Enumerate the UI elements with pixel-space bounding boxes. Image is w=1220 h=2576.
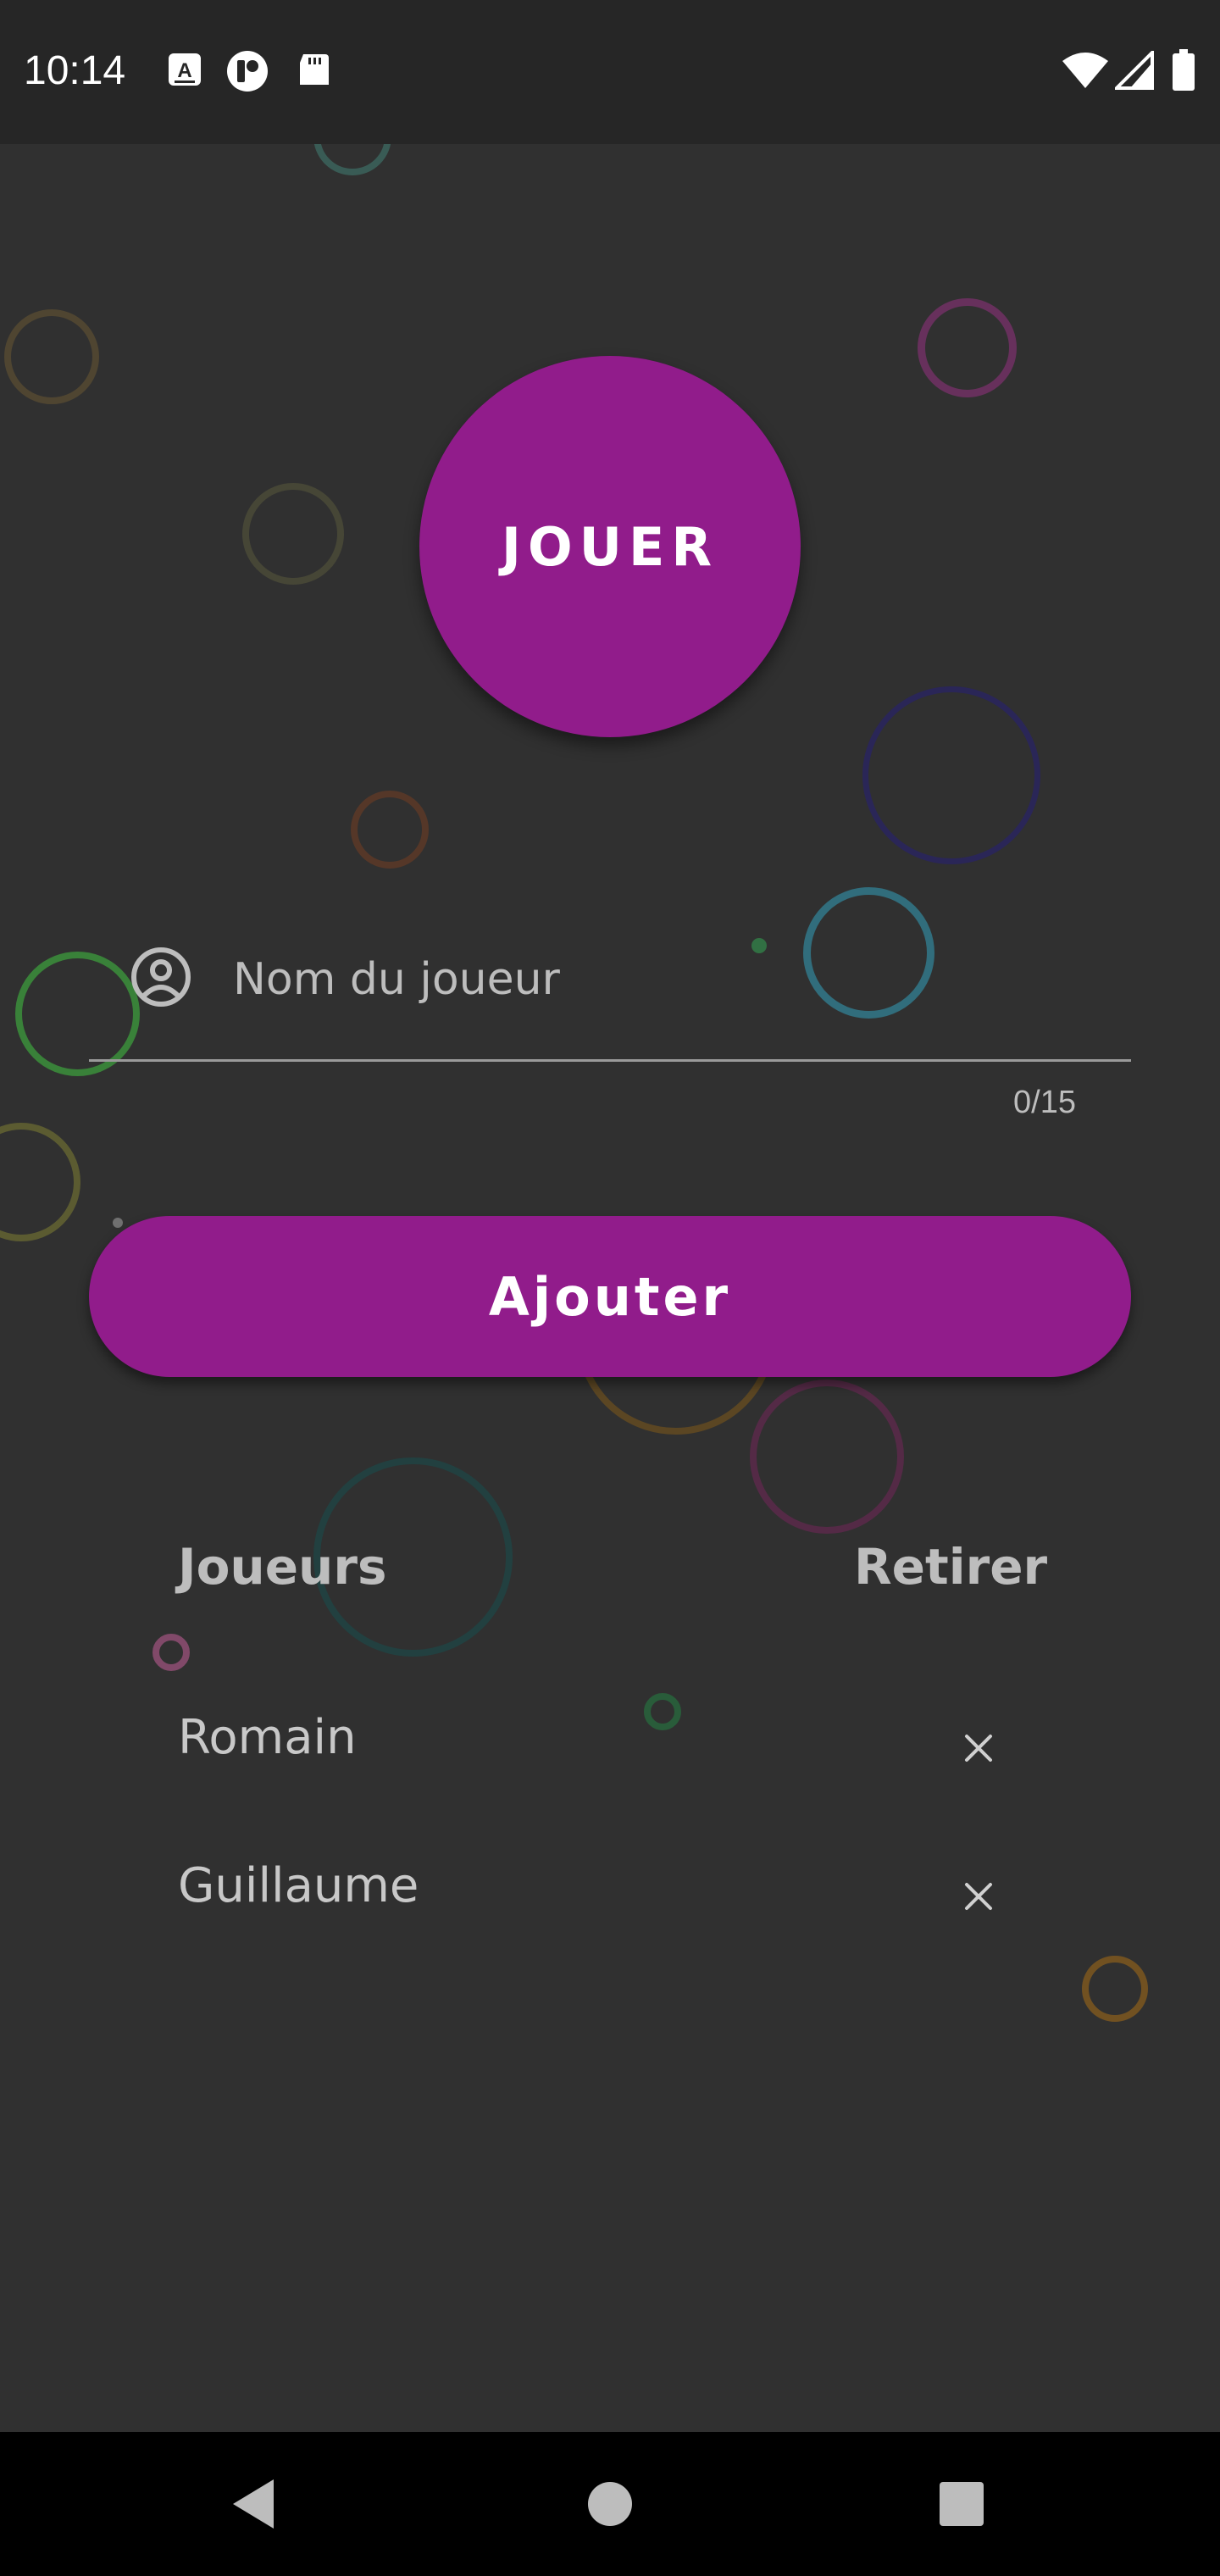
bubble	[351, 791, 429, 869]
player-name-field[interactable]	[89, 924, 1131, 1063]
player-row: Guillaume	[178, 1843, 1042, 1945]
bubble	[0, 1123, 80, 1241]
svg-text:A: A	[177, 59, 191, 82]
recents-icon[interactable]	[923, 2466, 1000, 2542]
remove-player-button[interactable]	[940, 1858, 1017, 1935]
status-time: 10:14	[24, 48, 126, 93]
navigation-bar	[0, 2432, 1220, 2576]
player-name-input[interactable]	[231, 932, 1082, 1027]
bubble	[242, 483, 344, 585]
back-icon[interactable]	[216, 2466, 292, 2542]
close-icon	[965, 1883, 992, 1910]
wifi-icon	[1062, 53, 1108, 88]
bubble	[113, 1218, 123, 1228]
bubble	[918, 298, 1017, 397]
input-underline	[89, 1059, 1131, 1062]
character-counter: 0/15	[1013, 1085, 1076, 1120]
sd-card-icon	[300, 54, 329, 85]
bubble	[4, 309, 99, 404]
close-icon	[965, 1735, 992, 1762]
player-name: Guillaume	[178, 1858, 419, 1913]
bubble	[1082, 1956, 1148, 2022]
battery-icon	[1173, 49, 1195, 91]
add-player-button[interactable]: Ajouter	[89, 1216, 1131, 1377]
app-notification-icon	[227, 51, 268, 92]
remove-player-button[interactable]	[940, 1710, 1017, 1786]
bubble	[152, 1634, 190, 1671]
remove-column-header: Retirer	[854, 1538, 1048, 1596]
player-name: Romain	[178, 1710, 357, 1765]
bubble	[750, 1380, 904, 1534]
keyboard-a-icon: A	[169, 53, 201, 86]
signal-icon	[1115, 51, 1154, 90]
play-button[interactable]: JOUER	[419, 356, 801, 737]
bubble	[862, 686, 1040, 864]
player-row: Romain	[178, 1695, 1042, 1796]
players-column-header: Joueurs	[178, 1538, 387, 1596]
account-circle-icon	[131, 947, 191, 1007]
home-icon[interactable]	[572, 2466, 648, 2542]
status-bar: 10:14 A	[0, 0, 1220, 144]
